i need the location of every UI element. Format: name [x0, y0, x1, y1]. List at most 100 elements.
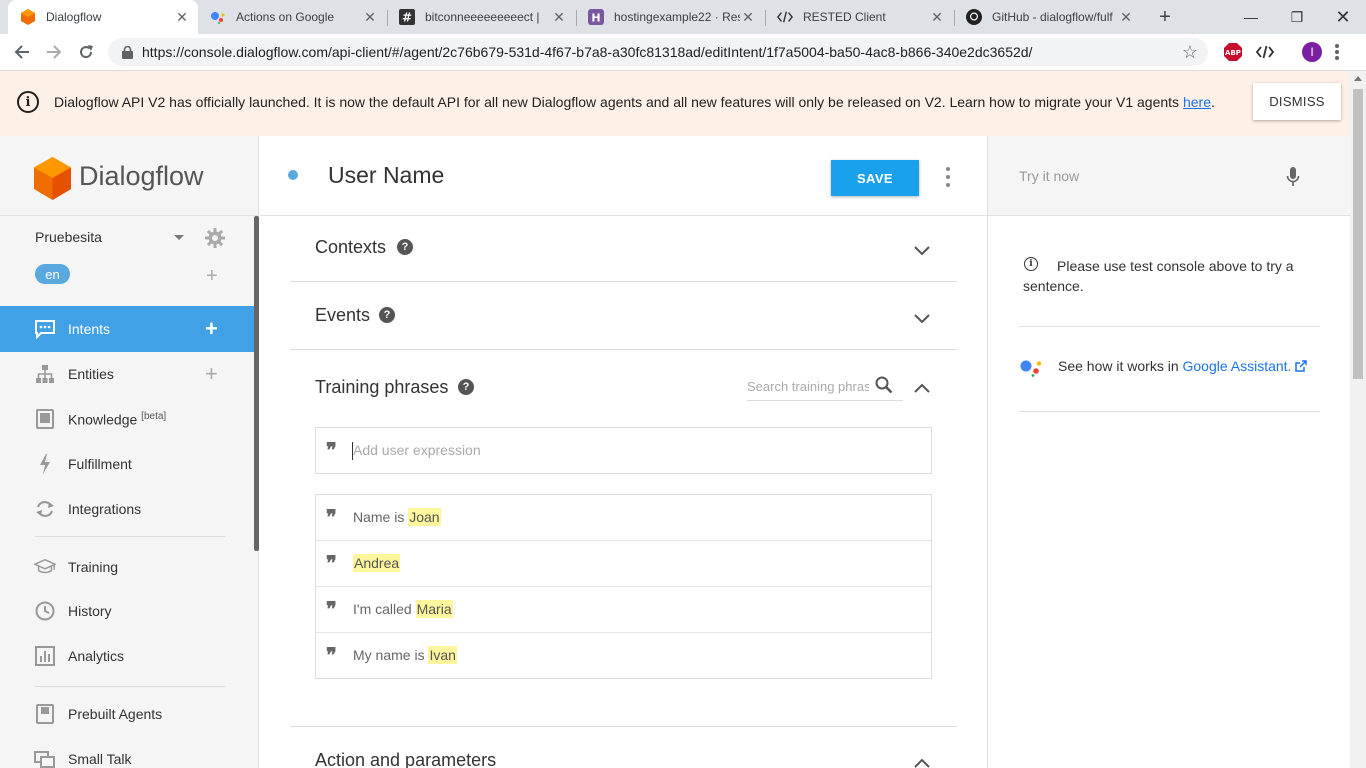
- training-phrase-row[interactable]: ❞ My name is Ivan: [316, 633, 931, 679]
- code-brackets-icon: [777, 9, 793, 25]
- agent-name[interactable]: Pruebesita: [35, 229, 102, 245]
- url-field[interactable]: https://console.dialogflow.com/api-clien…: [108, 38, 1208, 66]
- bookmark-star-icon[interactable]: ☆: [1182, 42, 1198, 63]
- add-language-icon[interactable]: +: [206, 265, 218, 288]
- sidebar-item-label: Analytics: [68, 648, 125, 664]
- microphone-icon[interactable]: [1286, 166, 1300, 188]
- contexts-title[interactable]: Contexts: [315, 237, 386, 258]
- browser-menu-icon[interactable]: [1334, 44, 1340, 60]
- entity-annotation[interactable]: Andrea: [353, 554, 401, 572]
- close-tab-icon[interactable]: ✕: [740, 9, 756, 25]
- dismiss-button[interactable]: DISMISS: [1253, 83, 1341, 120]
- close-tab-icon[interactable]: ✕: [174, 9, 190, 25]
- sidebar-item-label: Entities: [68, 366, 114, 382]
- sidebar-item-integrations[interactable]: Integrations: [0, 486, 254, 532]
- scroll-up-arrow-icon[interactable]: [1354, 76, 1362, 81]
- training-phrases-collapse-chevron-icon[interactable]: [913, 379, 931, 397]
- analytics-chart-icon: [34, 645, 56, 667]
- logo-text: Dialogflow: [79, 161, 204, 191]
- close-tab-icon[interactable]: ✕: [1118, 9, 1134, 25]
- sidebar-item-training[interactable]: Training: [0, 544, 254, 590]
- sidebar-item-label: Knowledge [beta]: [68, 410, 167, 428]
- sidebar-item-prebuilt-agents[interactable]: Prebuilt Agents: [0, 691, 254, 737]
- sidebar-item-entities[interactable]: Entities +: [0, 351, 254, 397]
- add-entity-icon[interactable]: +: [205, 361, 218, 387]
- reload-button[interactable]: [74, 40, 98, 64]
- restore-button[interactable]: ❐: [1274, 0, 1320, 34]
- training-phrase-row[interactable]: ❞ Andrea: [316, 541, 931, 587]
- phrase-text[interactable]: Name is Joan: [353, 508, 441, 526]
- quote-icon: ❞: [326, 643, 337, 667]
- add-intent-icon[interactable]: +: [205, 316, 218, 342]
- adblock-plus-icon[interactable]: ABP: [1223, 42, 1243, 62]
- phrase-text[interactable]: My name is Ivan: [353, 646, 457, 664]
- minimize-button[interactable]: —: [1228, 0, 1274, 34]
- action-parameters-title[interactable]: Action and parameters: [315, 750, 496, 768]
- save-button[interactable]: SAVE: [831, 160, 919, 196]
- devtools-extension-icon[interactable]: [1255, 42, 1275, 62]
- tab-actions-on-google[interactable]: Actions on Google ✕: [198, 0, 386, 34]
- console-hint-text: Please use test console above to try a s…: [1023, 258, 1294, 294]
- quote-icon: ❞: [326, 597, 337, 621]
- entity-annotation[interactable]: Ivan: [428, 646, 457, 664]
- events-title[interactable]: Events: [315, 305, 370, 326]
- close-tab-icon[interactable]: ✕: [362, 9, 378, 25]
- knowledge-book-icon: [34, 408, 56, 430]
- contexts-expand-chevron-icon[interactable]: [913, 242, 931, 260]
- intent-name[interactable]: User Name: [328, 162, 444, 189]
- sidebar-item-small-talk[interactable]: Small Talk: [0, 736, 254, 768]
- phrase-text[interactable]: Andrea: [353, 554, 401, 572]
- sidebar-item-analytics[interactable]: Analytics: [0, 633, 254, 679]
- scrollbar-thumb[interactable]: [1353, 89, 1363, 379]
- events-expand-chevron-icon[interactable]: [913, 310, 931, 328]
- training-phrases-title[interactable]: Training phrases: [315, 377, 448, 398]
- back-button[interactable]: [10, 40, 34, 64]
- tab-github[interactable]: GitHub - dialogflow/fulf ✕: [954, 0, 1142, 34]
- try-it-now-input[interactable]: Try it now: [988, 136, 1351, 216]
- tab-dialogflow[interactable]: Dialogflow ✕: [8, 0, 198, 34]
- events-help-icon[interactable]: ?: [379, 307, 395, 323]
- more-options-icon[interactable]: [944, 167, 952, 187]
- forward-button[interactable]: [42, 40, 66, 64]
- google-assistant-favicon-icon: [210, 9, 226, 25]
- sidebar-item-history[interactable]: History: [0, 588, 254, 634]
- close-tab-icon[interactable]: ✕: [551, 9, 567, 25]
- info-icon: i: [17, 91, 39, 113]
- training-phrase-row[interactable]: ❞ Name is Joan: [316, 495, 931, 541]
- close-window-button[interactable]: ✕: [1320, 0, 1366, 34]
- contexts-help-icon[interactable]: ?: [397, 239, 413, 255]
- abp-label: ABP: [1225, 49, 1241, 57]
- add-user-expression-input[interactable]: ❞ Add user expression: [315, 427, 932, 474]
- action-parameters-chevron-icon[interactable]: [913, 754, 931, 768]
- language-badge[interactable]: en: [35, 264, 70, 284]
- tab-bitconnect[interactable]: # bitconneeeeeeeeect | ✕: [387, 0, 575, 34]
- sidebar-item-intents[interactable]: Intents +: [0, 306, 254, 352]
- page-scrollbar[interactable]: [1350, 71, 1366, 768]
- svg-text:#: #: [402, 11, 412, 25]
- sidebar-item-label: Training: [68, 559, 119, 575]
- entity-annotation[interactable]: Joan: [408, 508, 441, 526]
- logo-area[interactable]: Dialogflow: [0, 136, 259, 216]
- agent-settings-gear-icon[interactable]: [204, 227, 226, 249]
- search-icon[interactable]: [875, 376, 893, 394]
- close-tab-icon[interactable]: ✕: [929, 9, 945, 25]
- external-link-icon[interactable]: [1295, 360, 1308, 372]
- agent-dropdown-caret-icon[interactable]: [174, 235, 184, 240]
- training-phrase-search[interactable]: Search training phrases: [747, 373, 903, 401]
- tab-title: Dialogflow: [46, 10, 102, 24]
- tab-hostingexample[interactable]: H hostingexample22 · Res ✕: [576, 0, 764, 34]
- phrase-text[interactable]: I'm called Maria: [353, 600, 453, 618]
- sidebar-scrollbar-thumb[interactable]: [254, 216, 259, 551]
- training-phrases-help-icon[interactable]: ?: [458, 379, 474, 395]
- profile-avatar[interactable]: I: [1302, 42, 1322, 62]
- new-tab-button[interactable]: +: [1154, 6, 1176, 28]
- tab-rested-client[interactable]: RESTED Client ✕: [765, 0, 953, 34]
- intent-header: User Name SAVE: [260, 136, 987, 216]
- training-phrase-row[interactable]: ❞ I'm called Maria: [316, 587, 931, 633]
- search-placeholder: Search training phrases: [747, 379, 869, 394]
- google-assistant-link[interactable]: Google Assistant.: [1183, 358, 1292, 374]
- sidebar-item-fulfillment[interactable]: Fulfillment: [0, 441, 254, 487]
- migrate-link[interactable]: here: [1183, 94, 1211, 110]
- entity-annotation[interactable]: Maria: [415, 600, 453, 618]
- sidebar-item-knowledge[interactable]: Knowledge [beta]: [0, 396, 254, 442]
